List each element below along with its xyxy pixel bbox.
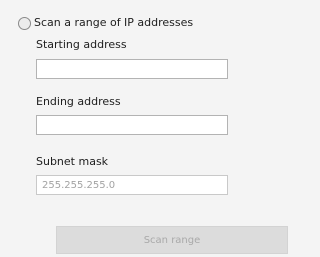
scan-range-button[interactable]: Scan range [56, 226, 288, 254]
scan-range-radio[interactable] [18, 16, 31, 30]
ending-address-input[interactable] [36, 115, 228, 135]
scan-range-option-label: Scan a range of IP addresses [34, 16, 194, 29]
subnet-mask-input[interactable] [36, 175, 228, 195]
starting-address-label: Starting address [36, 38, 127, 51]
starting-address-input[interactable] [36, 59, 228, 79]
scan-range-panel: Scan a range of IP addresses Starting ad… [0, 0, 314, 257]
subnet-mask-label: Subnet mask [36, 155, 109, 168]
ending-address-label: Ending address [36, 95, 121, 108]
scan-range-option[interactable]: Scan a range of IP addresses [18, 15, 193, 31]
